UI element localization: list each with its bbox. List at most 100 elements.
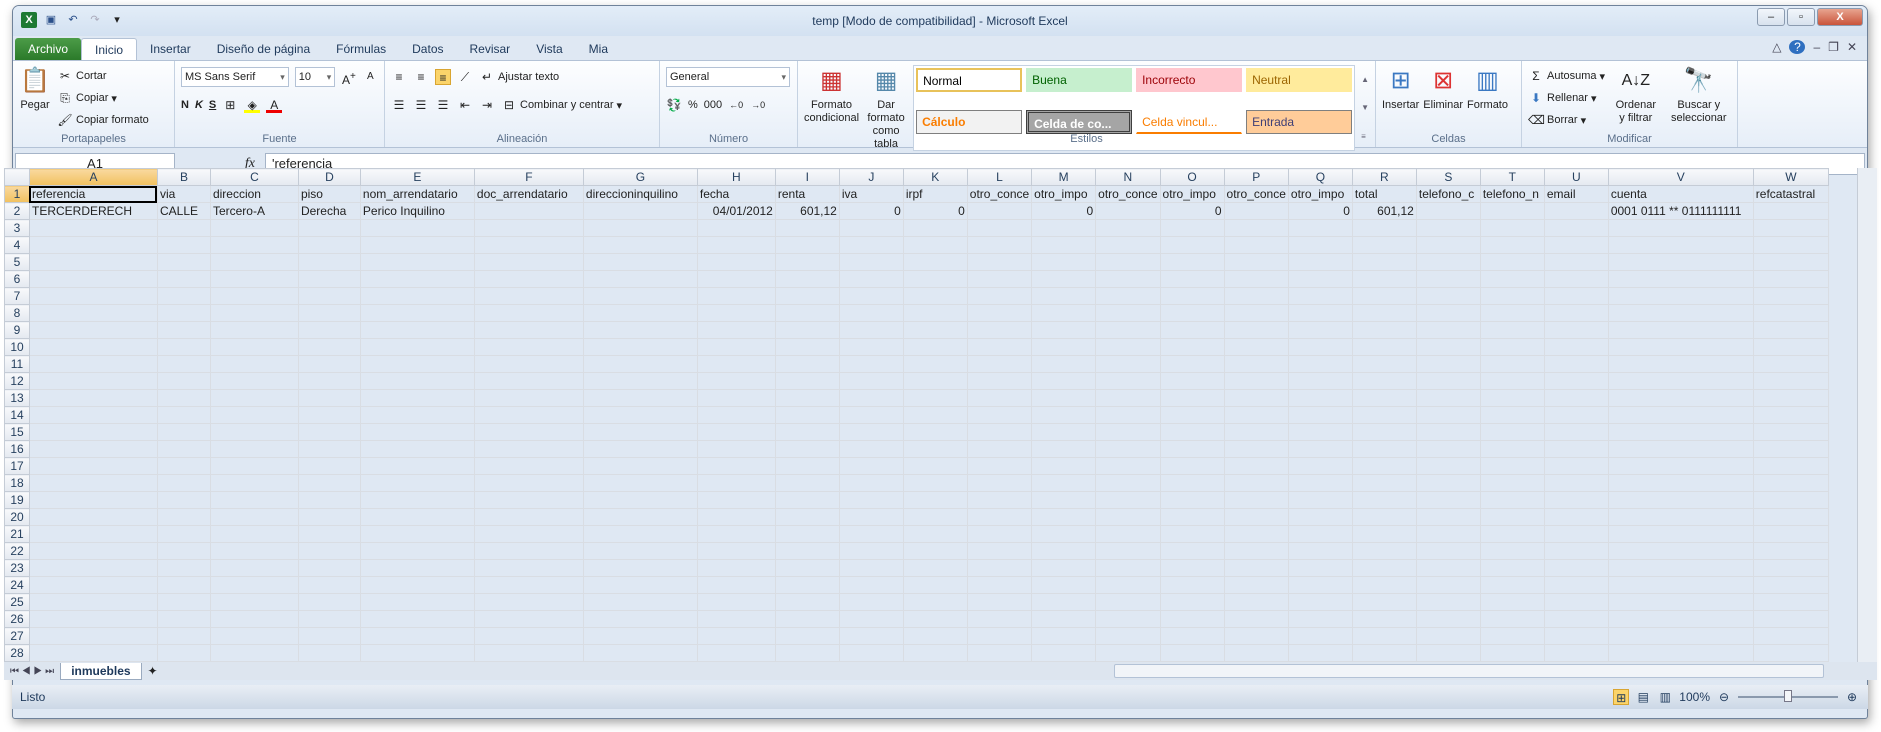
cell-M2[interactable]: 0: [1031, 202, 1097, 220]
cell-N26[interactable]: [1095, 610, 1161, 628]
cell-A27[interactable]: [28, 627, 158, 645]
cell-I2[interactable]: 601,12: [774, 202, 840, 220]
cell-L18[interactable]: [966, 474, 1033, 492]
cell-W16[interactable]: [1752, 440, 1830, 458]
cell-Q1[interactable]: otro_impo: [1287, 185, 1353, 203]
cell-K17[interactable]: [902, 457, 968, 475]
cell-P4[interactable]: [1223, 236, 1289, 254]
cell-P5[interactable]: [1223, 253, 1289, 271]
cell-L28[interactable]: [966, 644, 1033, 662]
cell-O9[interactable]: [1159, 321, 1225, 339]
cell-C5[interactable]: [209, 253, 299, 271]
cell-M4[interactable]: [1031, 236, 1097, 254]
cell-R6[interactable]: [1351, 270, 1417, 288]
cell-K9[interactable]: [902, 321, 968, 339]
cell-D15[interactable]: [297, 423, 361, 441]
column-header-C[interactable]: C: [209, 168, 299, 186]
cell-L20[interactable]: [966, 508, 1033, 526]
cell-T13[interactable]: [1479, 389, 1545, 407]
cell-G26[interactable]: [582, 610, 698, 628]
cell-S7[interactable]: [1415, 287, 1481, 305]
cell-L24[interactable]: [966, 576, 1033, 594]
cell-D8[interactable]: [297, 304, 361, 322]
cell-W22[interactable]: [1752, 542, 1830, 560]
cell-T20[interactable]: [1479, 508, 1545, 526]
cell-G8[interactable]: [582, 304, 698, 322]
cell-H4[interactable]: [696, 236, 776, 254]
cell-J26[interactable]: [838, 610, 904, 628]
cell-L19[interactable]: [966, 491, 1033, 509]
cell-Q17[interactable]: [1287, 457, 1353, 475]
cell-G28[interactable]: [582, 644, 698, 662]
row-header[interactable]: 11: [4, 355, 30, 373]
cell-O18[interactable]: [1159, 474, 1225, 492]
cell-U25[interactable]: [1543, 593, 1609, 611]
cell-V5[interactable]: [1607, 253, 1754, 271]
cell-K27[interactable]: [902, 627, 968, 645]
cell-H9[interactable]: [696, 321, 776, 339]
cell-R3[interactable]: [1351, 219, 1417, 237]
cell-F6[interactable]: [473, 270, 584, 288]
cell-J23[interactable]: [838, 559, 904, 577]
cell-O8[interactable]: [1159, 304, 1225, 322]
cell-C24[interactable]: [209, 576, 299, 594]
cell-N3[interactable]: [1095, 219, 1161, 237]
cell-F11[interactable]: [473, 355, 584, 373]
cell-F3[interactable]: [473, 219, 584, 237]
row-header[interactable]: 24: [4, 576, 30, 594]
cell-P19[interactable]: [1223, 491, 1289, 509]
copiar-button[interactable]: ⎘ Copiar ▾: [57, 87, 149, 109]
cell-K26[interactable]: [902, 610, 968, 628]
cell-U24[interactable]: [1543, 576, 1609, 594]
cell-N22[interactable]: [1095, 542, 1161, 560]
cell-C26[interactable]: [209, 610, 299, 628]
cell-R23[interactable]: [1351, 559, 1417, 577]
cell-V9[interactable]: [1607, 321, 1754, 339]
cell-O19[interactable]: [1159, 491, 1225, 509]
cell-M16[interactable]: [1031, 440, 1097, 458]
cell-S18[interactable]: [1415, 474, 1481, 492]
cell-B14[interactable]: [156, 406, 211, 424]
cell-V15[interactable]: [1607, 423, 1754, 441]
cell-H21[interactable]: [696, 525, 776, 543]
cell-E11[interactable]: [359, 355, 475, 373]
cell-F23[interactable]: [473, 559, 584, 577]
cell-D20[interactable]: [297, 508, 361, 526]
column-header-B[interactable]: B: [156, 168, 211, 186]
cell-V17[interactable]: [1607, 457, 1754, 475]
cell-C9[interactable]: [209, 321, 299, 339]
cell-C18[interactable]: [209, 474, 299, 492]
cell-V27[interactable]: [1607, 627, 1754, 645]
cell-W10[interactable]: [1752, 338, 1830, 356]
cell-F25[interactable]: [473, 593, 584, 611]
tab-formulas[interactable]: Fórmulas: [323, 38, 399, 60]
row-header[interactable]: 9: [4, 321, 30, 339]
style-celda-comprobacion[interactable]: Celda de co...: [1026, 110, 1133, 134]
cell-E25[interactable]: [359, 593, 475, 611]
cell-S15[interactable]: [1415, 423, 1481, 441]
font-color-icon[interactable]: A: [266, 97, 283, 113]
cell-G9[interactable]: [582, 321, 698, 339]
cell-M5[interactable]: [1031, 253, 1097, 271]
cell-C11[interactable]: [209, 355, 299, 373]
cell-G21[interactable]: [582, 525, 698, 543]
cell-E1[interactable]: nom_arrendatario: [359, 185, 475, 203]
cell-L3[interactable]: [966, 219, 1033, 237]
cell-N25[interactable]: [1095, 593, 1161, 611]
vertical-scrollbar[interactable]: [1857, 168, 1877, 668]
cell-N5[interactable]: [1095, 253, 1161, 271]
cell-J27[interactable]: [838, 627, 904, 645]
page-break-view-icon[interactable]: ▥: [1657, 689, 1673, 705]
cell-N18[interactable]: [1095, 474, 1161, 492]
row-header[interactable]: 3: [4, 219, 30, 237]
cell-U11[interactable]: [1543, 355, 1609, 373]
cell-I11[interactable]: [774, 355, 840, 373]
cell-T16[interactable]: [1479, 440, 1545, 458]
cell-P15[interactable]: [1223, 423, 1289, 441]
cell-V8[interactable]: [1607, 304, 1754, 322]
cell-C10[interactable]: [209, 338, 299, 356]
cell-U26[interactable]: [1543, 610, 1609, 628]
cell-O21[interactable]: [1159, 525, 1225, 543]
cell-L5[interactable]: [966, 253, 1033, 271]
cell-I10[interactable]: [774, 338, 840, 356]
